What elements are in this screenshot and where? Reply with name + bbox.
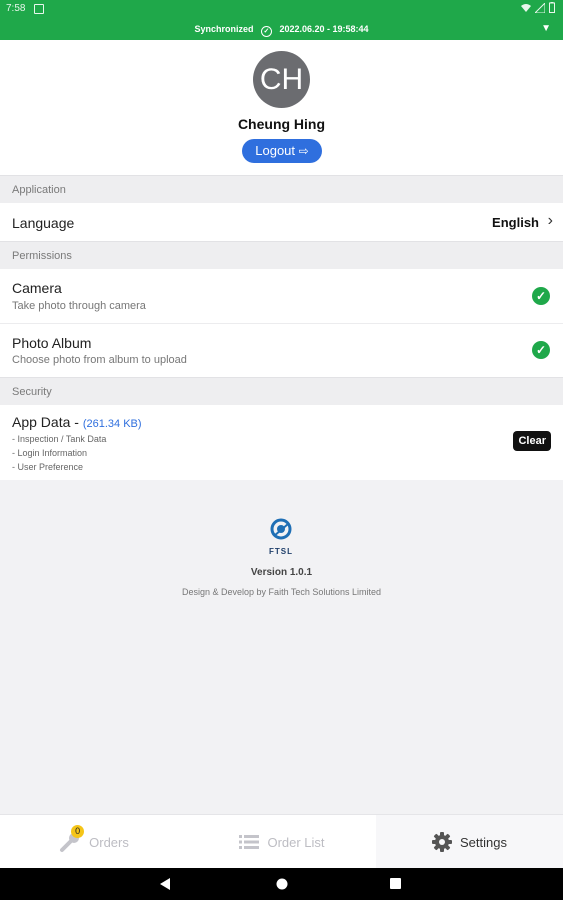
user-name: Cheung Hing — [237, 116, 326, 132]
system-navigation-bar — [0, 868, 563, 900]
app-data-label: App Data - — [12, 414, 83, 430]
section-header-security: Security — [0, 377, 563, 405]
list-icon — [239, 835, 260, 849]
tab-orders[interactable]: 0 Orders — [0, 815, 188, 869]
orders-icon-wrap: 0 — [59, 825, 85, 853]
developer-credit: Design & Develop by Faith Tech Solutions… — [182, 587, 381, 597]
home-icon[interactable] — [276, 878, 288, 890]
clear-data-button[interactable]: Clear — [513, 431, 551, 451]
app-data-row: App Data - (261.34 KB) - Inspection / Ta… — [0, 405, 563, 480]
caret-down-icon[interactable]: ▼ — [541, 23, 551, 34]
app-version: Version 1.0.1 — [250, 567, 313, 578]
language-label: Language — [12, 215, 75, 231]
tab-order-list-label: Order List — [267, 834, 325, 850]
section-header-application: Application — [0, 175, 563, 203]
section-header-permissions: Permissions — [0, 241, 563, 269]
tab-order-list[interactable]: Order List — [188, 815, 376, 869]
gear-icon — [432, 832, 452, 852]
tab-orders-label: Orders — [89, 834, 129, 850]
avatar: CH — [253, 51, 310, 108]
ftsl-brand: FTSL — [269, 547, 293, 556]
status-icons — [521, 2, 555, 13]
photo-album-check-icon: ✓ — [532, 341, 550, 359]
app-data-items: - Inspection / Tank Data - Login Informa… — [12, 432, 106, 474]
language-row[interactable]: Language English › — [0, 203, 563, 241]
logout-button[interactable]: Logout ⇨ — [242, 139, 322, 163]
recents-icon[interactable] — [390, 878, 401, 889]
logout-icon: ⇨ — [298, 144, 309, 158]
sync-timestamp: 2022.06.20 - 19:58:44 — [279, 24, 369, 34]
photo-album-permission-row[interactable]: Photo Album Choose photo from album to u… — [0, 324, 563, 377]
tab-settings[interactable]: Settings — [376, 815, 563, 869]
sync-label: Synchronized — [194, 24, 254, 34]
status-time: 7:58 — [6, 3, 26, 14]
notification-icon — [34, 4, 44, 14]
app-data-item: - Login Information — [12, 448, 88, 458]
sync-check-icon: ✓ — [260, 26, 272, 37]
app-data-item: - User Preference — [12, 462, 84, 472]
signal-icon — [535, 2, 545, 13]
bottom-tab-bar: 0 Orders Order List Settings — [0, 814, 563, 869]
chevron-right-icon: › — [547, 212, 553, 229]
app-data-title: App Data - (261.34 KB) — [12, 414, 142, 430]
wifi-icon — [521, 3, 531, 12]
photo-album-subtitle: Choose photo from album to upload — [12, 354, 187, 366]
app-data-item: - Inspection / Tank Data — [12, 434, 107, 444]
ftsl-logo-icon — [270, 518, 292, 540]
orders-badge: 0 — [71, 825, 85, 838]
ftsl-logo: FTSL — [266, 518, 296, 556]
sync-status-bar[interactable]: Synchronized ✓ 2022.06.20 - 19:58:44 ▼ — [0, 18, 563, 40]
logout-label: Logout — [255, 143, 296, 158]
system-status-bar: 7:58 — [0, 0, 563, 18]
tab-settings-label: Settings — [460, 834, 507, 850]
back-icon[interactable] — [160, 878, 172, 890]
camera-check-icon: ✓ — [532, 287, 550, 305]
language-value: English — [492, 215, 539, 230]
camera-title: Camera — [12, 280, 62, 296]
camera-subtitle: Take photo through camera — [12, 300, 146, 312]
app-data-size: (261.34 KB) — [82, 418, 142, 430]
photo-album-title: Photo Album — [12, 335, 92, 351]
battery-icon — [549, 2, 555, 13]
camera-permission-row[interactable]: Camera Take photo through camera ✓ — [0, 269, 563, 323]
profile-card: CH Cheung Hing Logout ⇨ — [0, 40, 563, 175]
